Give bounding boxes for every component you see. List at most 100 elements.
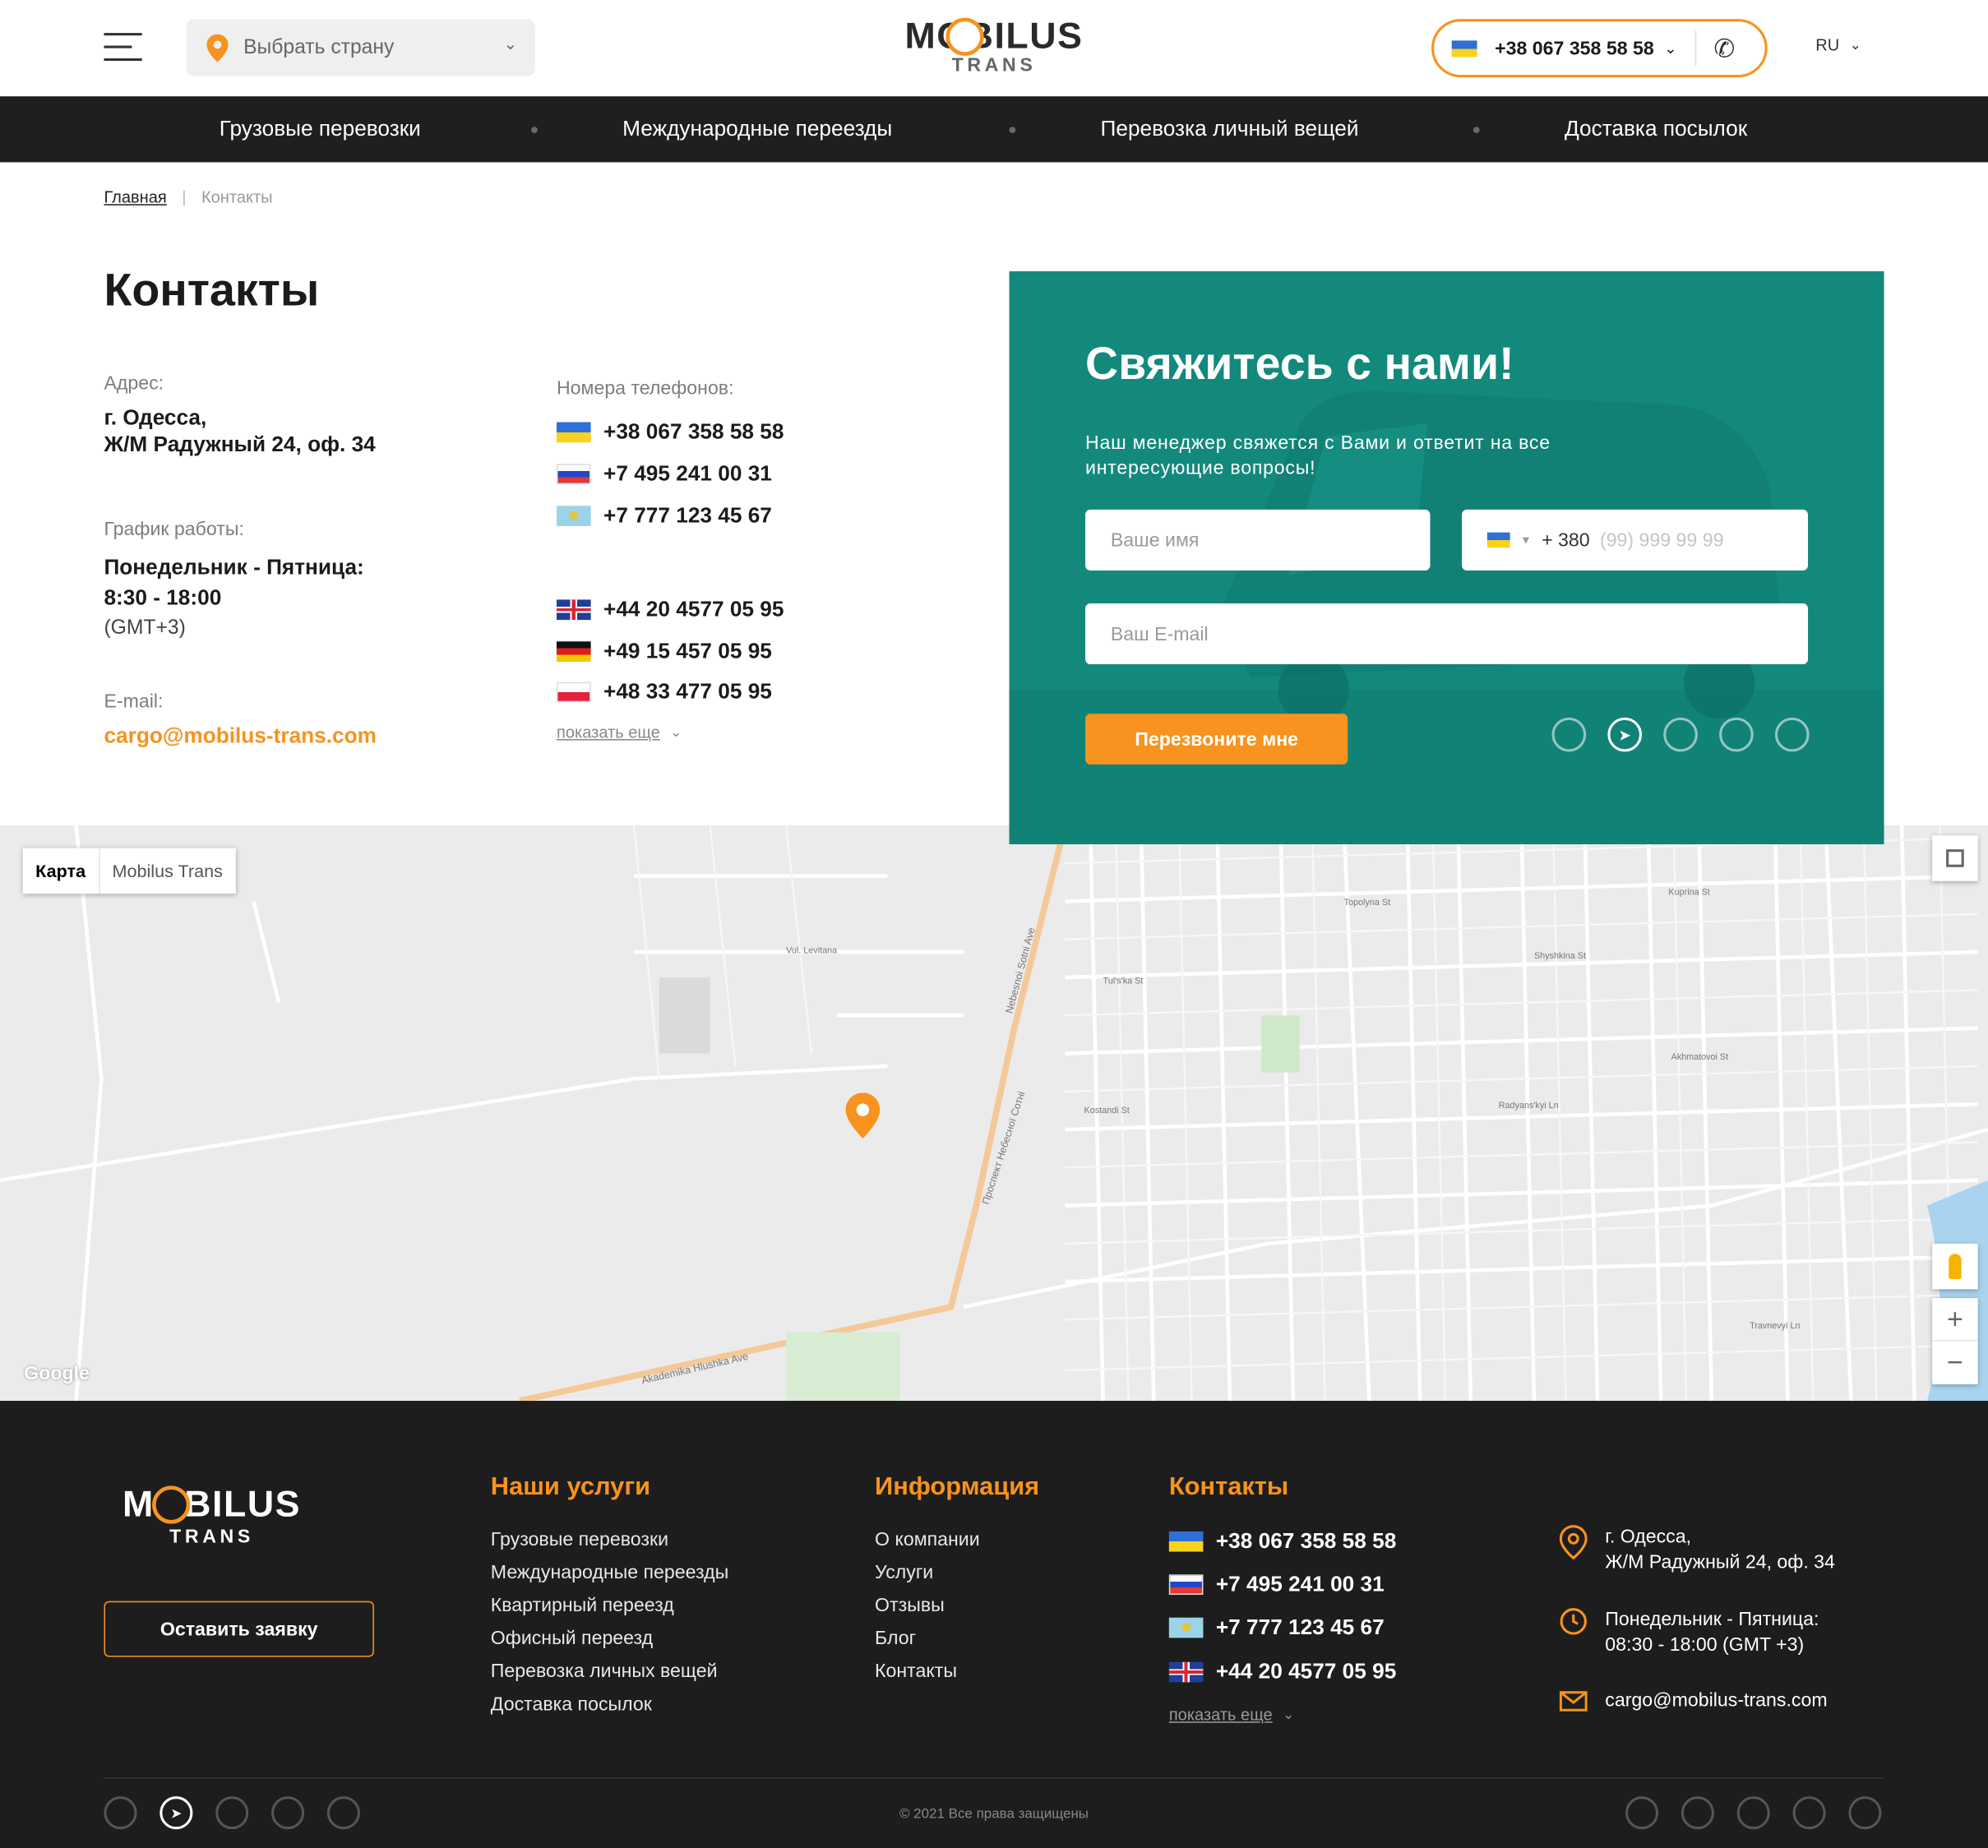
whatsapp-icon[interactable] [1663,717,1698,752]
map-tab-place[interactable]: Mobilus Trans [98,848,236,894]
street-view-icon[interactable] [1932,1243,1978,1290]
footer-email[interactable]: cargo@mobilus-trans.com [1559,1690,1828,1712]
email-link[interactable]: cargo@mobilus-trans.com [104,724,376,750]
address-line2: Ж/М Радужный 24, оф. 34 [104,432,376,457]
header-phone-box[interactable]: +38 067 358 58 58 ⌄ ✆ [1431,19,1768,78]
footer-link[interactable]: Офисный переезд [491,1623,728,1656]
nav-item-personal[interactable]: Перевозка личный вещей [1101,96,1359,162]
street-label: Shyshkina St [1533,952,1586,961]
nav-item-cargo[interactable]: Грузовые перевозки [220,96,421,162]
footer-link[interactable]: Блог [875,1623,980,1656]
breadcrumb-home[interactable]: Главная [104,187,166,206]
zoom-out-button[interactable]: − [1932,1342,1978,1384]
russia-flag-icon [1168,1574,1204,1595]
phone-input[interactable]: ▼ + 380 (99) 999 99 99 [1462,509,1809,571]
footer-schedule-line1: Понедельник - Пятница: [1605,1608,1819,1631]
skype-icon[interactable] [1774,717,1810,752]
phone-number: +48 33 477 05 95 [603,679,772,704]
nav-item-parcels[interactable]: Доставка посылок [1565,96,1747,162]
footer-link[interactable]: Международные переезды [491,1557,728,1590]
logo-wing-icon [152,1485,191,1524]
kazakhstan-flag-icon [556,506,591,526]
fullscreen-icon[interactable] [1932,835,1978,881]
footer-link[interactable]: Грузовые перевозки [491,1524,728,1557]
show-more-label: показать еще [556,722,660,742]
instagram-icon[interactable] [1681,1796,1714,1830]
name-input[interactable]: Ваше имя [1085,509,1431,571]
messenger-icons: ➤ [1551,717,1810,752]
telegram-icon[interactable]: ➤ [1607,717,1643,752]
submit-button[interactable]: Перезвоните мне [1085,714,1348,765]
phone-item[interactable]: +7 777 123 45 67 [556,503,772,529]
footer-link[interactable]: Квартирный перeезд [491,1590,728,1623]
email-block: E-mail: cargo@mobilus-trans.com [104,691,376,749]
footer-phone-item[interactable]: +7 495 241 00 31 [1168,1572,1385,1597]
facebook-icon[interactable] [1625,1796,1659,1830]
menu-burger-icon[interactable] [104,33,142,63]
phone-item[interactable]: +38 067 358 58 58 [556,419,784,445]
phone-item[interactable]: +48 33 477 05 95 [556,679,772,705]
site-header: Выбрать страну ⌄ MOBILUS TRANS +38 067 3… [0,0,1988,97]
logo[interactable]: MOBILUS TRANS [882,16,1105,92]
ukraine-flag-icon [556,422,591,443]
phone-number: +49 15 457 05 95 [603,639,772,663]
ukraine-flag-icon[interactable] [1486,532,1510,548]
footer-phone-item[interactable]: +38 067 358 58 58 [1168,1529,1396,1555]
address-line1: г. Одесса, [104,405,207,430]
phone-item[interactable]: +44 20 4577 05 95 [556,597,784,622]
odnoklassniki-icon[interactable] [1848,1796,1882,1830]
breadcrumb: Главная | Контакты [104,187,272,206]
footer-schedule: Понедельник - Пятница: 08:30 - 18:00 (GM… [1560,1607,1819,1658]
footer-social [1625,1796,1882,1830]
vk-icon[interactable] [1736,1796,1770,1830]
youtube-icon[interactable] [1792,1796,1826,1830]
form-subtitle-line1: Наш менеджер свяжется с Вами и ответит н… [1085,432,1551,455]
google-map[interactable]: Карта Mobilus Trans + − Google Akademika… [0,825,1988,1402]
footer-link[interactable]: Перевозка личных вещей [491,1656,728,1689]
logo-text: MOBILUS [123,1484,302,1526]
site-footer: MOBILUS TRANS Оставить заявку Наши услуг… [0,1401,1988,1848]
footer-address-line1: г. Одесса, [1605,1526,1692,1548]
phone-number: +7 495 241 00 31 [1215,1572,1385,1596]
phone-call-icon[interactable]: ✆ [1713,32,1735,64]
mail-icon [1559,1690,1588,1712]
viber-icon[interactable] [1551,717,1587,752]
footer-phone-item[interactable]: +7 777 123 45 67 [1168,1615,1385,1641]
breadcrumb-current: Контакты [201,187,273,207]
chevron-down-icon[interactable]: ⌄ [1664,39,1677,58]
chevron-down-icon[interactable]: ▼ [1520,534,1532,546]
services-title: Наши услуги [490,1472,651,1501]
footer-link[interactable]: Отзывы [875,1590,980,1623]
chevron-down-icon: ⌄ [503,34,518,53]
language-select[interactable]: RU ⌄ [1815,35,1861,54]
street-label: Radyans'kyi Ln [1498,1102,1559,1111]
info-title: Информация [875,1472,1040,1501]
phone-item[interactable]: +49 15 457 05 95 [556,639,772,664]
nav-item-international[interactable]: Международные переезды [622,96,892,162]
messenger-icon[interactable] [1719,717,1754,752]
email-input[interactable]: Ваш E-mail [1085,603,1809,665]
phone-number: +7 777 123 45 67 [1215,1615,1385,1639]
map-pin-icon[interactable] [845,1093,881,1139]
street-label: Akhmatovoi St [1671,1053,1729,1063]
show-more-link[interactable]: показать еще ⌄ [557,723,682,742]
footer-show-more[interactable]: показать еще ⌄ [1169,1705,1294,1724]
footer-phone-item[interactable]: +44 20 4577 05 95 [1168,1660,1396,1685]
map-tab-map[interactable]: Карта [23,848,99,894]
footer-link[interactable]: Контакты [875,1656,980,1689]
footer-link[interactable]: Услуги [875,1557,980,1590]
germany-flag-icon [556,641,591,662]
footer-logo[interactable]: MOBILUS TRANS [104,1483,319,1548]
country-select[interactable]: Выбрать страну ⌄ [186,19,535,76]
street-label: Tul's'ka St [1103,977,1144,986]
leave-request-button[interactable]: Оставить заявку [104,1601,374,1657]
footer-link[interactable]: О компании [875,1524,980,1557]
phone-item[interactable]: +7 495 241 00 31 [556,461,772,487]
poland-flag-icon [556,681,591,703]
chevron-down-icon: ⌄ [1849,38,1861,53]
phones-label: Номера телефонов: [556,377,734,400]
zoom-in-button[interactable]: + [1932,1298,1978,1342]
footer-link[interactable]: Доставка посылок [491,1689,728,1721]
logo-subtext: TRANS [169,1526,254,1548]
page-title: Контакты [104,263,320,316]
